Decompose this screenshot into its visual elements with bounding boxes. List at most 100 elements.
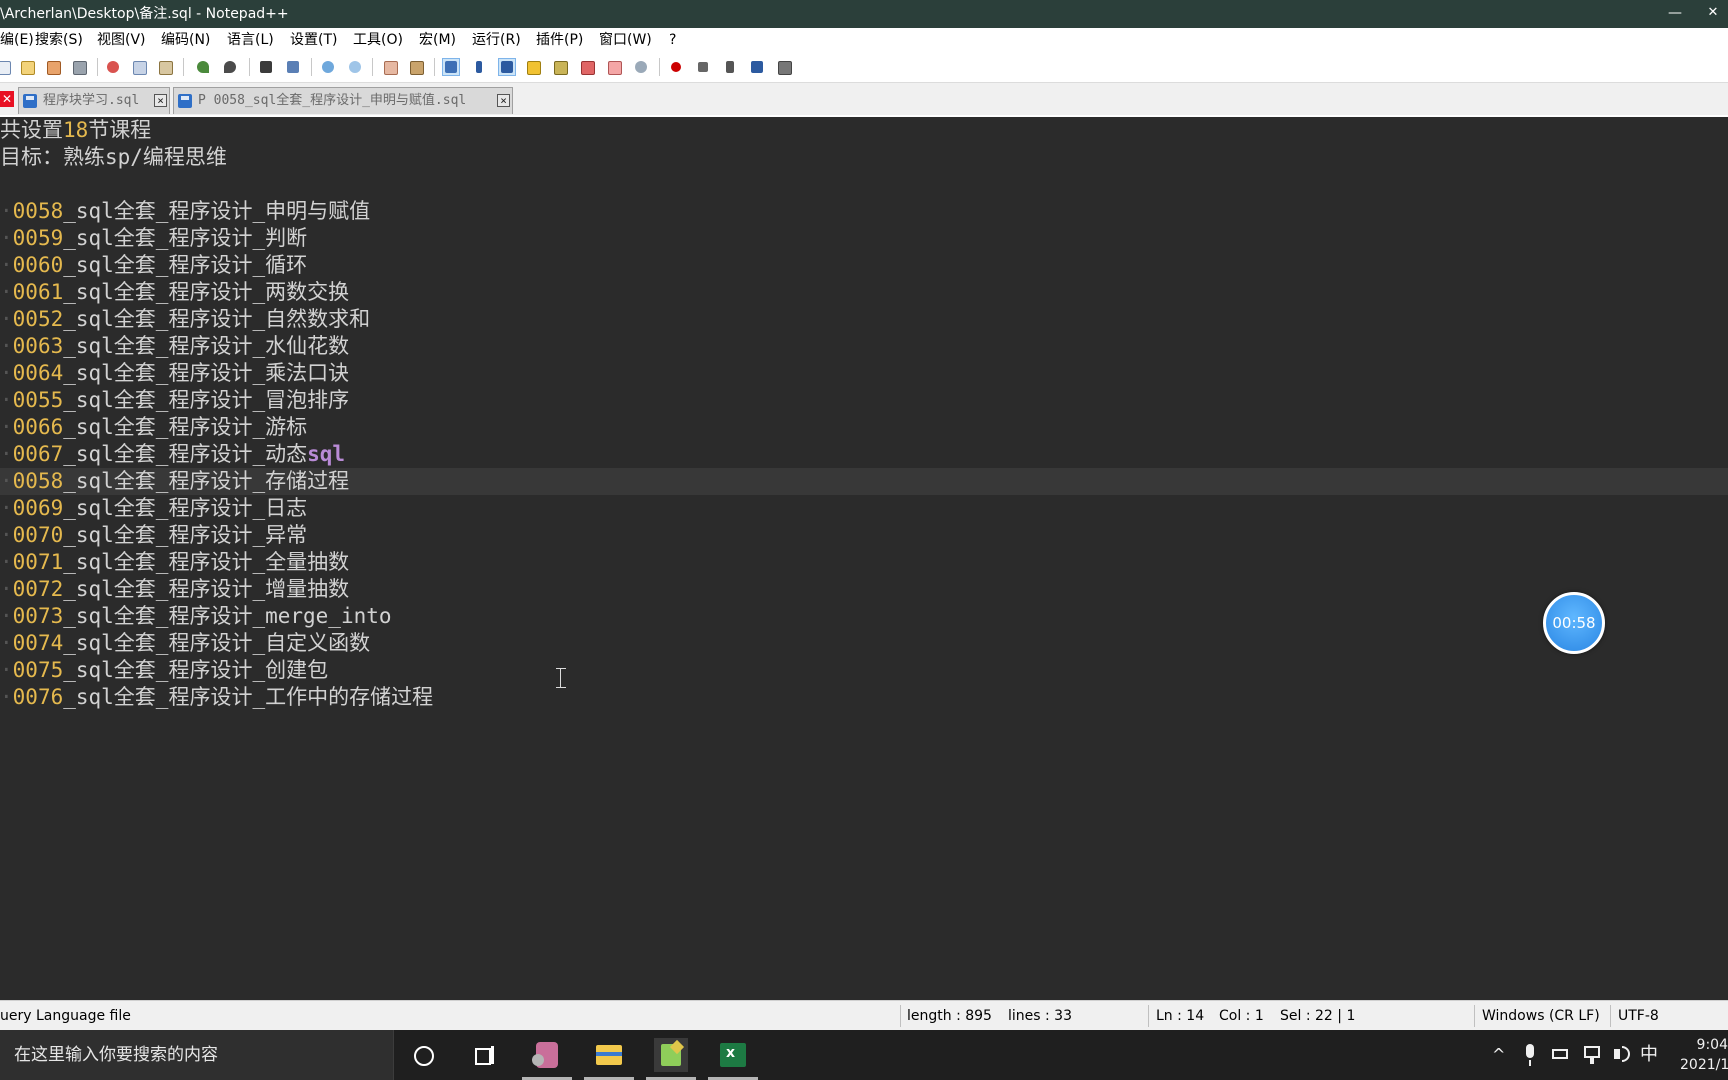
close-all-icon[interactable]: ✕ (0, 91, 14, 107)
toolbar (0, 52, 1728, 83)
course-line: ·0075_sql全套_程序设计_创建包 (0, 658, 329, 682)
course-line: ·0073_sql全套_程序设计_merge_into (0, 604, 392, 628)
record-macro-icon[interactable] (667, 58, 685, 76)
save-file-icon (178, 94, 192, 108)
function-list-icon[interactable] (551, 58, 569, 76)
course-line: ·0071_sql全套_程序设计_全量抽数 (0, 550, 350, 574)
course-line: ·0060_sql全套_程序设计_循环 (0, 253, 308, 277)
course-line: ·0067_sql全套_程序设计_动态sql (0, 442, 346, 466)
open-file-icon[interactable] (18, 58, 36, 76)
menu-settings[interactable]: 设置(T) (290, 28, 337, 52)
doc-map-icon[interactable] (524, 58, 542, 76)
play-macro-icon[interactable] (721, 58, 739, 76)
ime-indicator[interactable]: 中 (1640, 1030, 1658, 1080)
print-icon[interactable] (70, 58, 88, 76)
cut-icon[interactable] (104, 58, 122, 76)
file-explorer-icon[interactable] (584, 1038, 634, 1080)
stop-macro-icon[interactable] (694, 58, 712, 76)
tab-program-block[interactable]: 程序块学习.sql × (18, 87, 170, 114)
course-line: ·0058_sql全套_程序设计_申明与赋值 (0, 199, 371, 223)
menu-search[interactable]: 搜索(S) (35, 28, 83, 52)
new-file-icon[interactable] (0, 58, 12, 76)
folder-as-workspace-icon[interactable] (605, 58, 623, 76)
folder-workspace-icon[interactable] (578, 58, 596, 76)
close-tab-icon[interactable]: × (154, 94, 167, 107)
status-sel: Sel : 22 | 1 (1280, 1008, 1356, 1024)
paste-icon[interactable] (156, 58, 174, 76)
menu-view[interactable]: 视图(V) (97, 28, 146, 52)
course-line: ·0059_sql全套_程序设计_判断 (0, 226, 308, 250)
status-lines: lines : 33 (1008, 1008, 1072, 1024)
menu-bar: 编(E) 搜索(S) 视图(V) 编码(N) 语言(L) 设置(T) 工具(O)… (0, 28, 1728, 52)
status-bar: uery Language file length : 895 lines : … (0, 1000, 1728, 1031)
word-wrap-icon[interactable] (442, 58, 460, 76)
status-encoding[interactable]: UTF-8 (1618, 1001, 1659, 1031)
undo-icon[interactable] (194, 58, 212, 76)
course-line: ·0052_sql全套_程序设计_自然数求和 (0, 307, 371, 331)
database-app-icon[interactable] (522, 1038, 572, 1080)
copy-icon[interactable] (130, 58, 148, 76)
menu-tools[interactable]: 工具(O) (353, 28, 403, 52)
status-language: uery Language file (0, 1008, 131, 1024)
course-line: ·0069_sql全套_程序设计_日志 (0, 496, 308, 520)
cortana-icon[interactable] (406, 1038, 440, 1072)
window-title: \Archerlan\Desktop\备注.sql - Notepad++ (0, 6, 289, 22)
menu-macro[interactable]: 宏(M) (419, 28, 456, 52)
course-line: ·0074_sql全套_程序设计_自定义函数 (0, 631, 371, 655)
course-line: ·0070_sql全套_程序设计_异常 (0, 523, 308, 547)
excel-icon[interactable]: x (708, 1038, 758, 1080)
save-macro-icon[interactable] (775, 58, 793, 76)
status-col: Col : 1 (1219, 1008, 1264, 1024)
close-window-button[interactable]: ✕ (1690, 0, 1728, 28)
tab-0058[interactable]: P 0058_sql全套_程序设计_申明与赋值.sql × (173, 87, 513, 114)
course-line: ·0072_sql全套_程序设计_增量抽数 (0, 577, 350, 601)
course-line: ·0064_sql全套_程序设计_乘法口诀 (0, 361, 350, 385)
zoom-in-icon[interactable] (319, 58, 337, 76)
course-line: ·0058_sql全套_程序设计_存储过程 (0, 468, 1728, 495)
course-line: ·0076_sql全套_程序设计_工作中的存储过程 (0, 685, 434, 709)
clock-date: 2021/12 (1680, 1057, 1728, 1073)
text-cursor-icon (556, 668, 566, 688)
indent-guide-icon[interactable] (498, 58, 516, 76)
menu-language[interactable]: 语言(L) (227, 28, 274, 52)
course-line: ·0063_sql全套_程序设计_水仙花数 (0, 334, 350, 358)
tab-label: P 0058_sql全套_程序设计_申明与赋值.sql (198, 93, 467, 108)
tray-overflow-icon[interactable]: ^ (1492, 1030, 1505, 1080)
show-all-chars-icon[interactable] (470, 58, 488, 76)
editor-area[interactable]: 共设置18节课程 目标：熟练sp/编程思维 ·0058_sql全套_程序设计_申… (0, 115, 1728, 997)
menu-help[interactable]: ? (669, 28, 676, 52)
menu-plugins[interactable]: 插件(P) (536, 28, 583, 52)
menu-window[interactable]: 窗口(W) (599, 28, 652, 52)
status-length: length : 895 (907, 1008, 992, 1024)
close-tab-icon[interactable]: × (497, 94, 510, 107)
status-eol[interactable]: Windows (CR LF) (1482, 1001, 1600, 1031)
course-line: ·0066_sql全套_程序设计_游标 (0, 415, 308, 439)
sync-vertical-icon[interactable] (381, 58, 399, 76)
find-icon[interactable] (257, 58, 275, 76)
zoom-out-icon[interactable] (346, 58, 364, 76)
course-line: ·0061_sql全套_程序设计_两数交换 (0, 280, 350, 304)
tab-bar: ✕ 程序块学习.sql × P 0058_sql全套_程序设计_申明与赋值.sq… (0, 83, 1728, 115)
monitoring-eye-icon[interactable] (632, 58, 650, 76)
menu-run[interactable]: 运行(R) (472, 28, 521, 52)
notepadpp-icon[interactable] (646, 1038, 696, 1080)
system-clock[interactable]: 9:04 2021/12 (1680, 1035, 1728, 1075)
sync-horizontal-icon[interactable] (407, 58, 425, 76)
replace-icon[interactable] (284, 58, 302, 76)
editor-line: 目标：熟练sp/编程思维 (0, 145, 227, 169)
redo-icon[interactable] (221, 58, 239, 76)
menu-encoding[interactable]: 编码(N) (161, 28, 210, 52)
editor-line: 共设置18节课程 (0, 118, 152, 142)
menu-edit[interactable]: 编(E) (0, 28, 34, 52)
save-file-icon[interactable] (44, 58, 62, 76)
taskbar-search-input[interactable]: 在这里输入你要搜索的内容 (0, 1030, 394, 1080)
clock-time: 9:04 (1696, 1037, 1728, 1053)
course-line: ·0055_sql全套_程序设计_冒泡排序 (0, 388, 350, 412)
task-view-icon[interactable] (467, 1038, 501, 1072)
recording-timer[interactable]: 00:58 (1543, 592, 1605, 654)
taskbar: 在这里输入你要搜索的内容 x ^ 中 9:04 2021/12 (0, 1030, 1728, 1080)
tab-label: 程序块学习.sql (43, 93, 140, 108)
run-macro-multiple-icon[interactable] (748, 58, 766, 76)
title-bar: \Archerlan\Desktop\备注.sql - Notepad++ — … (0, 0, 1728, 28)
save-file-icon (23, 94, 37, 108)
